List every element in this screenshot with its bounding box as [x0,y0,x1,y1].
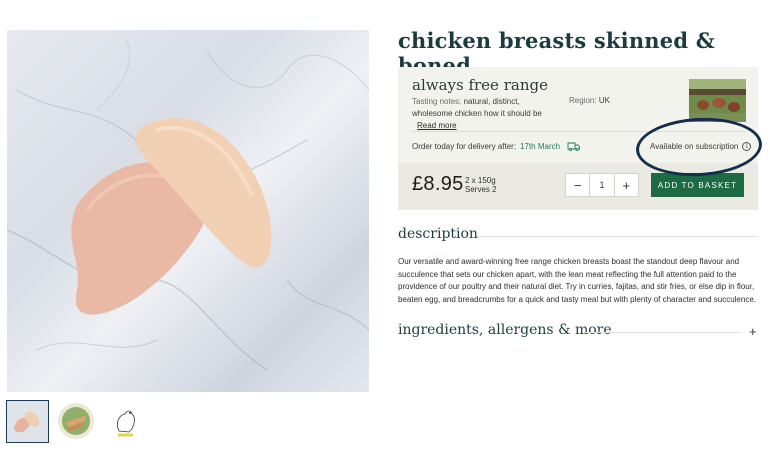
quantity-value[interactable]: 1 [589,174,615,196]
thumbnail-strip [6,400,146,443]
serves: Serves 2 [465,185,497,194]
ingredients-heading[interactable]: ingredients, allergens & more [398,322,612,338]
info-icon[interactable]: i [742,142,752,151]
main-product-image [7,30,369,392]
description-divider [477,236,758,237]
farm-chickens-photo [689,79,746,122]
delivery-label: Order today for delivery after: [412,142,517,151]
tasting-notes: Tasting notes: natural, distinct, wholes… [412,96,562,132]
panel-divider [412,131,746,132]
pack-size: 2 x 150g [465,176,496,185]
quantity-stepper: − 1 + [565,173,639,197]
thumbnail-illustration[interactable] [105,401,146,442]
expand-plus-icon[interactable]: + [749,324,757,339]
delivery-date: 17th March [520,142,561,151]
ingredients-divider [584,332,739,333]
region-label: Region: [569,96,597,105]
subscription-info: Available on subscription i [650,142,752,151]
product-info-panel: always free range Tasting notes: natural… [398,67,758,210]
delivery-info: Order today for delivery after: 17th Mar… [412,142,581,151]
region: Region: UK [569,96,610,105]
price-row: £8.95 2 x 150g Serves 2 − 1 + ADD TO BAS… [398,163,758,210]
thumbnail-salad[interactable] [56,401,97,442]
tasting-label: Tasting notes: [412,97,462,106]
chicken-thumb-icon [14,411,40,433]
subscription-text: Available on subscription [650,142,739,151]
description-heading: description [398,226,478,242]
price: £8.95 [412,173,464,195]
read-more-link[interactable]: Read more [417,121,457,130]
salad-plate-icon [58,403,94,439]
chicken-breasts-photo [7,39,369,371]
region-value: UK [598,96,610,105]
range-title: always free range [412,76,548,94]
delivery-truck-icon [567,142,581,151]
thumbnail-chicken-breasts[interactable] [6,400,49,443]
add-to-basket-button[interactable]: ADD TO BASKET [651,173,744,197]
farm-image [689,79,746,122]
pack-info: 2 x 150g Serves 2 [465,176,497,194]
chicken-illustration-icon [117,410,135,437]
decrease-quantity-button[interactable]: − [566,174,589,196]
increase-quantity-button[interactable]: + [615,174,638,196]
description-text: Our versatile and award-winning free ran… [398,257,756,304]
